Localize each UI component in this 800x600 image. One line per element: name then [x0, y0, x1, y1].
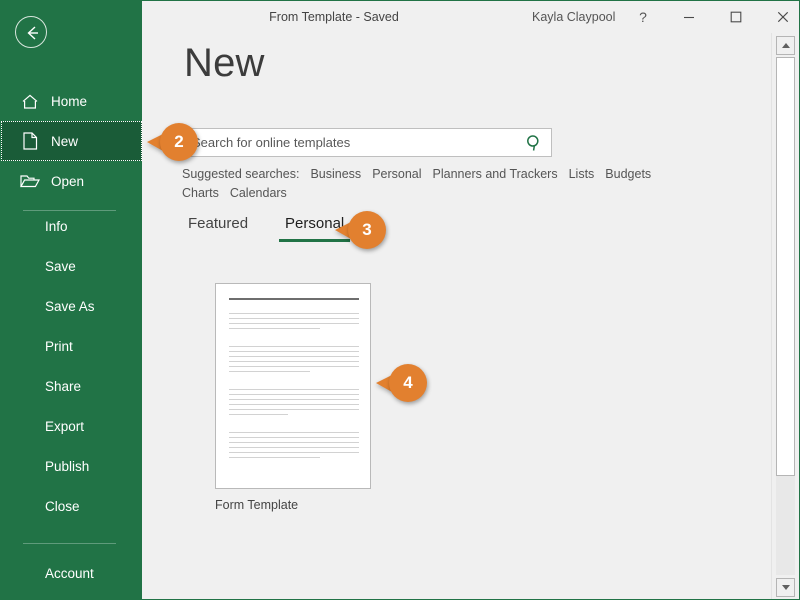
sidebar-item-save[interactable]: Save: [1, 246, 142, 286]
excel-backstage-window: Home New Open: [0, 0, 800, 600]
sidebar-item-label: New: [51, 134, 78, 149]
sidebar-item-label: Home: [51, 94, 87, 109]
search-box[interactable]: [182, 128, 552, 157]
sidebar-item-account[interactable]: Account: [1, 553, 142, 593]
suggested-link-calendars[interactable]: Calendars: [230, 186, 287, 200]
new-template-pane: New Suggested searches: Business Personal P…: [142, 33, 772, 600]
callout-number: 4: [389, 364, 427, 402]
template-label: Form Template: [215, 498, 371, 512]
sidebar-item-label: Open: [51, 174, 84, 189]
sidebar-item-export[interactable]: Export: [1, 406, 142, 446]
suggested-link-lists[interactable]: Lists: [569, 167, 595, 181]
sidebar-item-home[interactable]: Home: [1, 81, 142, 121]
sidebar-item-print[interactable]: Print: [1, 326, 142, 366]
callout-number: 2: [160, 123, 198, 161]
close-button[interactable]: [761, 1, 800, 33]
sidebar-item-label: Share: [45, 379, 81, 394]
sidebar-item-label: Info: [45, 219, 68, 234]
sidebar-item-close[interactable]: Close: [1, 486, 142, 526]
maximize-button[interactable]: [714, 1, 758, 33]
backstage-sidebar: Home New Open: [1, 1, 142, 600]
suggested-link-charts[interactable]: Charts: [182, 186, 219, 200]
suggested-searches: Suggested searches: Business Personal Plann…: [182, 165, 682, 203]
template-thumbnail[interactable]: [215, 283, 371, 489]
sidebar-item-label: Close: [45, 499, 80, 514]
sidebar-item-info[interactable]: Info: [1, 206, 142, 246]
callout-step-3: 3: [348, 211, 386, 249]
template-thumbnail-lines: [229, 298, 359, 462]
triangle-up-icon: [782, 43, 790, 48]
sidebar-item-label: Print: [45, 339, 73, 354]
sidebar-tertiary-nav: Account: [1, 534, 142, 593]
callout-step-4: 4: [389, 364, 427, 402]
search-input[interactable]: [192, 129, 512, 156]
scroll-up-arrow-icon[interactable]: [776, 36, 795, 55]
callout-number: 3: [348, 211, 386, 249]
sidebar-primary-nav: Home New Open: [1, 81, 142, 220]
tab-featured[interactable]: Featured: [182, 215, 254, 242]
back-arrow-icon[interactable]: [15, 16, 47, 48]
triangle-down-icon: [782, 585, 790, 590]
suggested-searches-label: Suggested searches:: [182, 167, 299, 181]
sidebar-item-label: Account: [45, 566, 94, 581]
sidebar-item-label: Save: [45, 259, 76, 274]
sidebar-item-open[interactable]: Open: [1, 161, 142, 201]
account-name[interactable]: Kayla Claypool: [532, 10, 615, 24]
suggested-link-business[interactable]: Business: [310, 167, 361, 181]
callout-step-2: 2: [160, 123, 198, 161]
open-folder-icon: [19, 171, 41, 191]
sidebar-item-share[interactable]: Share: [1, 366, 142, 406]
suggested-link-personal[interactable]: Personal: [372, 167, 421, 181]
sidebar-secondary-nav: Info Save Save As Print Share Export Pub…: [1, 206, 142, 526]
window-title-bar: From Template - Saved Kayla Claypool ?: [142, 1, 800, 33]
sidebar-item-save-as[interactable]: Save As: [1, 286, 142, 326]
suggested-link-budgets[interactable]: Budgets: [605, 167, 651, 181]
home-icon: [19, 91, 41, 111]
scrollbar-thumb[interactable]: [776, 57, 795, 476]
vertical-scrollbar[interactable]: [771, 33, 798, 600]
scroll-down-arrow-icon[interactable]: [776, 578, 795, 597]
sidebar-item-new[interactable]: New: [1, 121, 142, 161]
suggested-link-planners-and-trackers[interactable]: Planners and Trackers: [433, 167, 558, 181]
search-icon[interactable]: [524, 133, 544, 153]
minimize-button[interactable]: [667, 1, 711, 33]
help-icon[interactable]: ?: [632, 9, 654, 25]
page-title: New: [184, 41, 265, 86]
sidebar-item-label: Publish: [45, 459, 89, 474]
template-card-form-template[interactable]: Form Template: [215, 283, 371, 512]
sidebar-item-label: Save As: [45, 299, 95, 314]
sidebar-item-publish[interactable]: Publish: [1, 446, 142, 486]
sidebar-item-label: Export: [45, 419, 84, 434]
new-document-icon: [19, 131, 41, 151]
sidebar-divider-bottom: [23, 543, 116, 544]
